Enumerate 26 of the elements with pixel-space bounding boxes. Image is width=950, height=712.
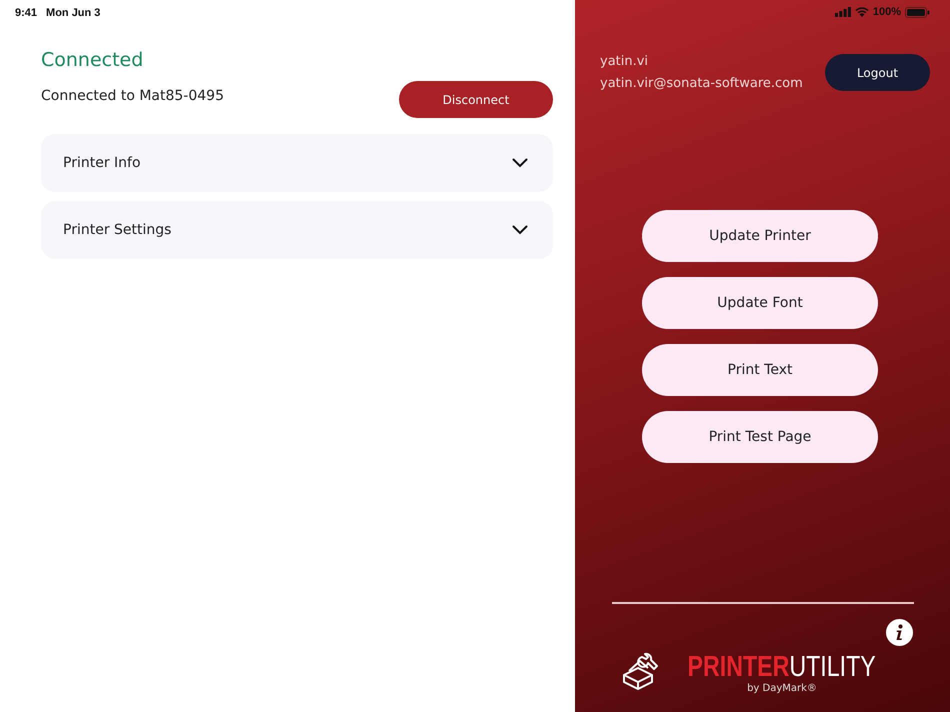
section-title: Printer Info xyxy=(63,155,141,171)
chevron-down-icon xyxy=(512,158,528,168)
disconnect-button[interactable]: Disconnect xyxy=(399,81,553,118)
brand-byline: by DayMark® xyxy=(747,682,817,694)
status-date: Mon Jun 3 xyxy=(46,7,100,19)
connection-status: Connected xyxy=(41,48,144,72)
brand-name-second: UTILITY xyxy=(790,650,876,682)
logout-button[interactable]: Logout xyxy=(825,54,930,91)
username: yatin.vi xyxy=(600,53,650,70)
action-button[interactable]: Update Printer xyxy=(642,210,878,262)
section-title: Printer Settings xyxy=(63,222,172,238)
accordion-header[interactable]: Printer Settings xyxy=(41,201,553,259)
battery-percent: 100% xyxy=(872,6,901,18)
chevron-down-icon xyxy=(512,225,528,235)
info-icon[interactable] xyxy=(886,619,913,646)
brand-name-first: PRINTER xyxy=(688,650,790,682)
wifi-icon xyxy=(854,7,869,17)
connection-detail: Connected to Mat85-0495 xyxy=(41,88,224,104)
accordion-header[interactable]: Printer Info xyxy=(41,134,553,192)
battery-icon xyxy=(905,6,930,18)
signal-icon xyxy=(834,7,851,17)
status-time: 9:41 xyxy=(15,7,38,19)
user-email: yatin.vir@sonata-software.com xyxy=(600,75,803,92)
action-button[interactable]: Update Font xyxy=(642,277,878,329)
action-button[interactable]: Print Text xyxy=(642,344,878,396)
action-button[interactable]: Print Test Page xyxy=(642,411,878,463)
